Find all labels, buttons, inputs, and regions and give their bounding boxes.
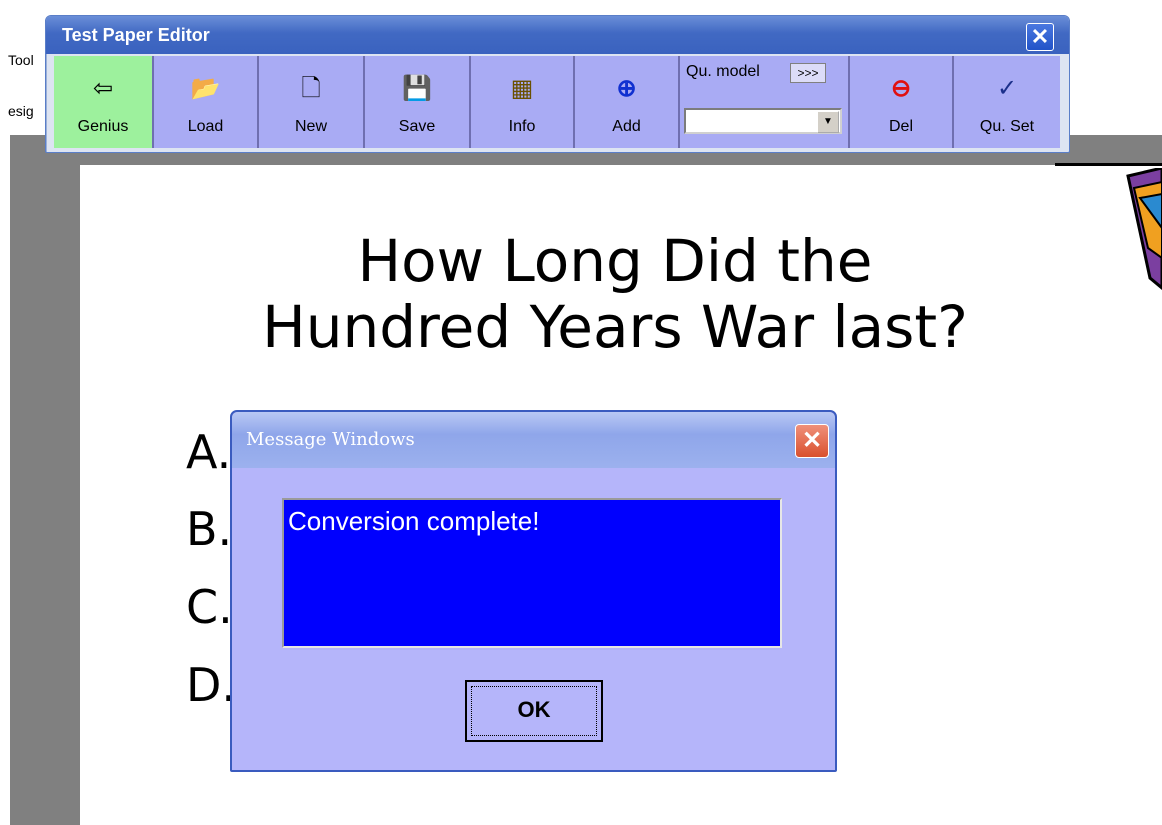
slide-title-line-1: How Long Did the <box>357 227 873 295</box>
dialog-title: Message Windows <box>246 429 415 450</box>
ok-button[interactable]: OK <box>465 680 603 742</box>
editor-close-button[interactable]: ✕ <box>1026 23 1054 51</box>
info-label: Info <box>508 118 536 135</box>
answer-label-a: A. <box>186 425 232 479</box>
load-label: Load <box>187 118 224 135</box>
chevron-down-icon[interactable]: ▼ <box>817 111 839 133</box>
answer-label-c: C. <box>186 580 233 634</box>
close-icon: ✕ <box>1030 24 1050 49</box>
floppy-disk-icon: 💾 <box>402 75 432 102</box>
minus-circle-icon: ⊖ <box>890 75 912 102</box>
arrow-left-icon: ⇦ <box>92 75 114 102</box>
genius-label: Genius <box>77 118 129 135</box>
slide-border-line <box>1055 163 1162 166</box>
new-button[interactable]: 🗋 New <box>259 56 365 148</box>
qu-model-select[interactable]: ▼ <box>684 108 842 134</box>
add-label: Add <box>612 118 641 135</box>
genius-button[interactable]: ⇦ Genius <box>54 56 154 148</box>
new-page-icon: 🗋 <box>301 75 321 102</box>
test-paper-editor-window: Test Paper Editor ✕ ⇦ Genius 📂 Load 🗋 Ne… <box>45 15 1070 153</box>
menu-item-design[interactable]: esig <box>8 103 34 119</box>
info-sheet-icon: ▦ <box>510 75 534 102</box>
dialog-close-button[interactable]: ✕ <box>795 424 829 458</box>
load-button[interactable]: 📂 Load <box>154 56 259 148</box>
slide-question-title: How Long Did the Hundred Years War last? <box>110 228 1120 360</box>
message-dialog: Message Windows ✕ Conversion complete! O… <box>230 410 837 772</box>
editor-title-bar[interactable]: Test Paper Editor ✕ <box>46 16 1069 54</box>
save-label: Save <box>398 118 436 135</box>
add-button[interactable]: ⊕ Add <box>575 56 680 148</box>
question-model-panel: Qu. model >>> ▼ <box>680 56 850 148</box>
spellcheck-icon: ✓ <box>996 75 1018 102</box>
new-label: New <box>294 118 327 135</box>
question-set-button[interactable]: ✓ Qu. Set <box>954 56 1060 148</box>
answer-label-d: D. <box>186 658 237 712</box>
question-set-label: Qu. Set <box>979 118 1035 135</box>
folder-open-icon: 📂 <box>190 75 221 102</box>
editor-title: Test Paper Editor <box>62 25 210 45</box>
dialog-title-bar[interactable]: Message Windows ✕ <box>232 412 835 468</box>
plus-circle-icon: ⊕ <box>616 75 637 102</box>
menu-item-tools[interactable]: Tool <box>8 52 34 68</box>
dialog-message-text: Conversion complete! <box>288 506 540 536</box>
dialog-message-box: Conversion complete! <box>282 498 782 648</box>
slide-title-line-2: Hundred Years War last? <box>262 293 968 361</box>
delete-button[interactable]: ⊖ Del <box>850 56 954 148</box>
qu-model-label: Qu. model <box>686 63 760 80</box>
answer-label-b: B. <box>186 502 233 556</box>
save-button[interactable]: 💾 Save <box>365 56 471 148</box>
delete-label: Del <box>888 118 913 135</box>
close-icon: ✕ <box>801 427 823 454</box>
info-button[interactable]: ▦ Info <box>471 56 575 148</box>
qu-model-more-button[interactable]: >>> <box>790 63 826 83</box>
